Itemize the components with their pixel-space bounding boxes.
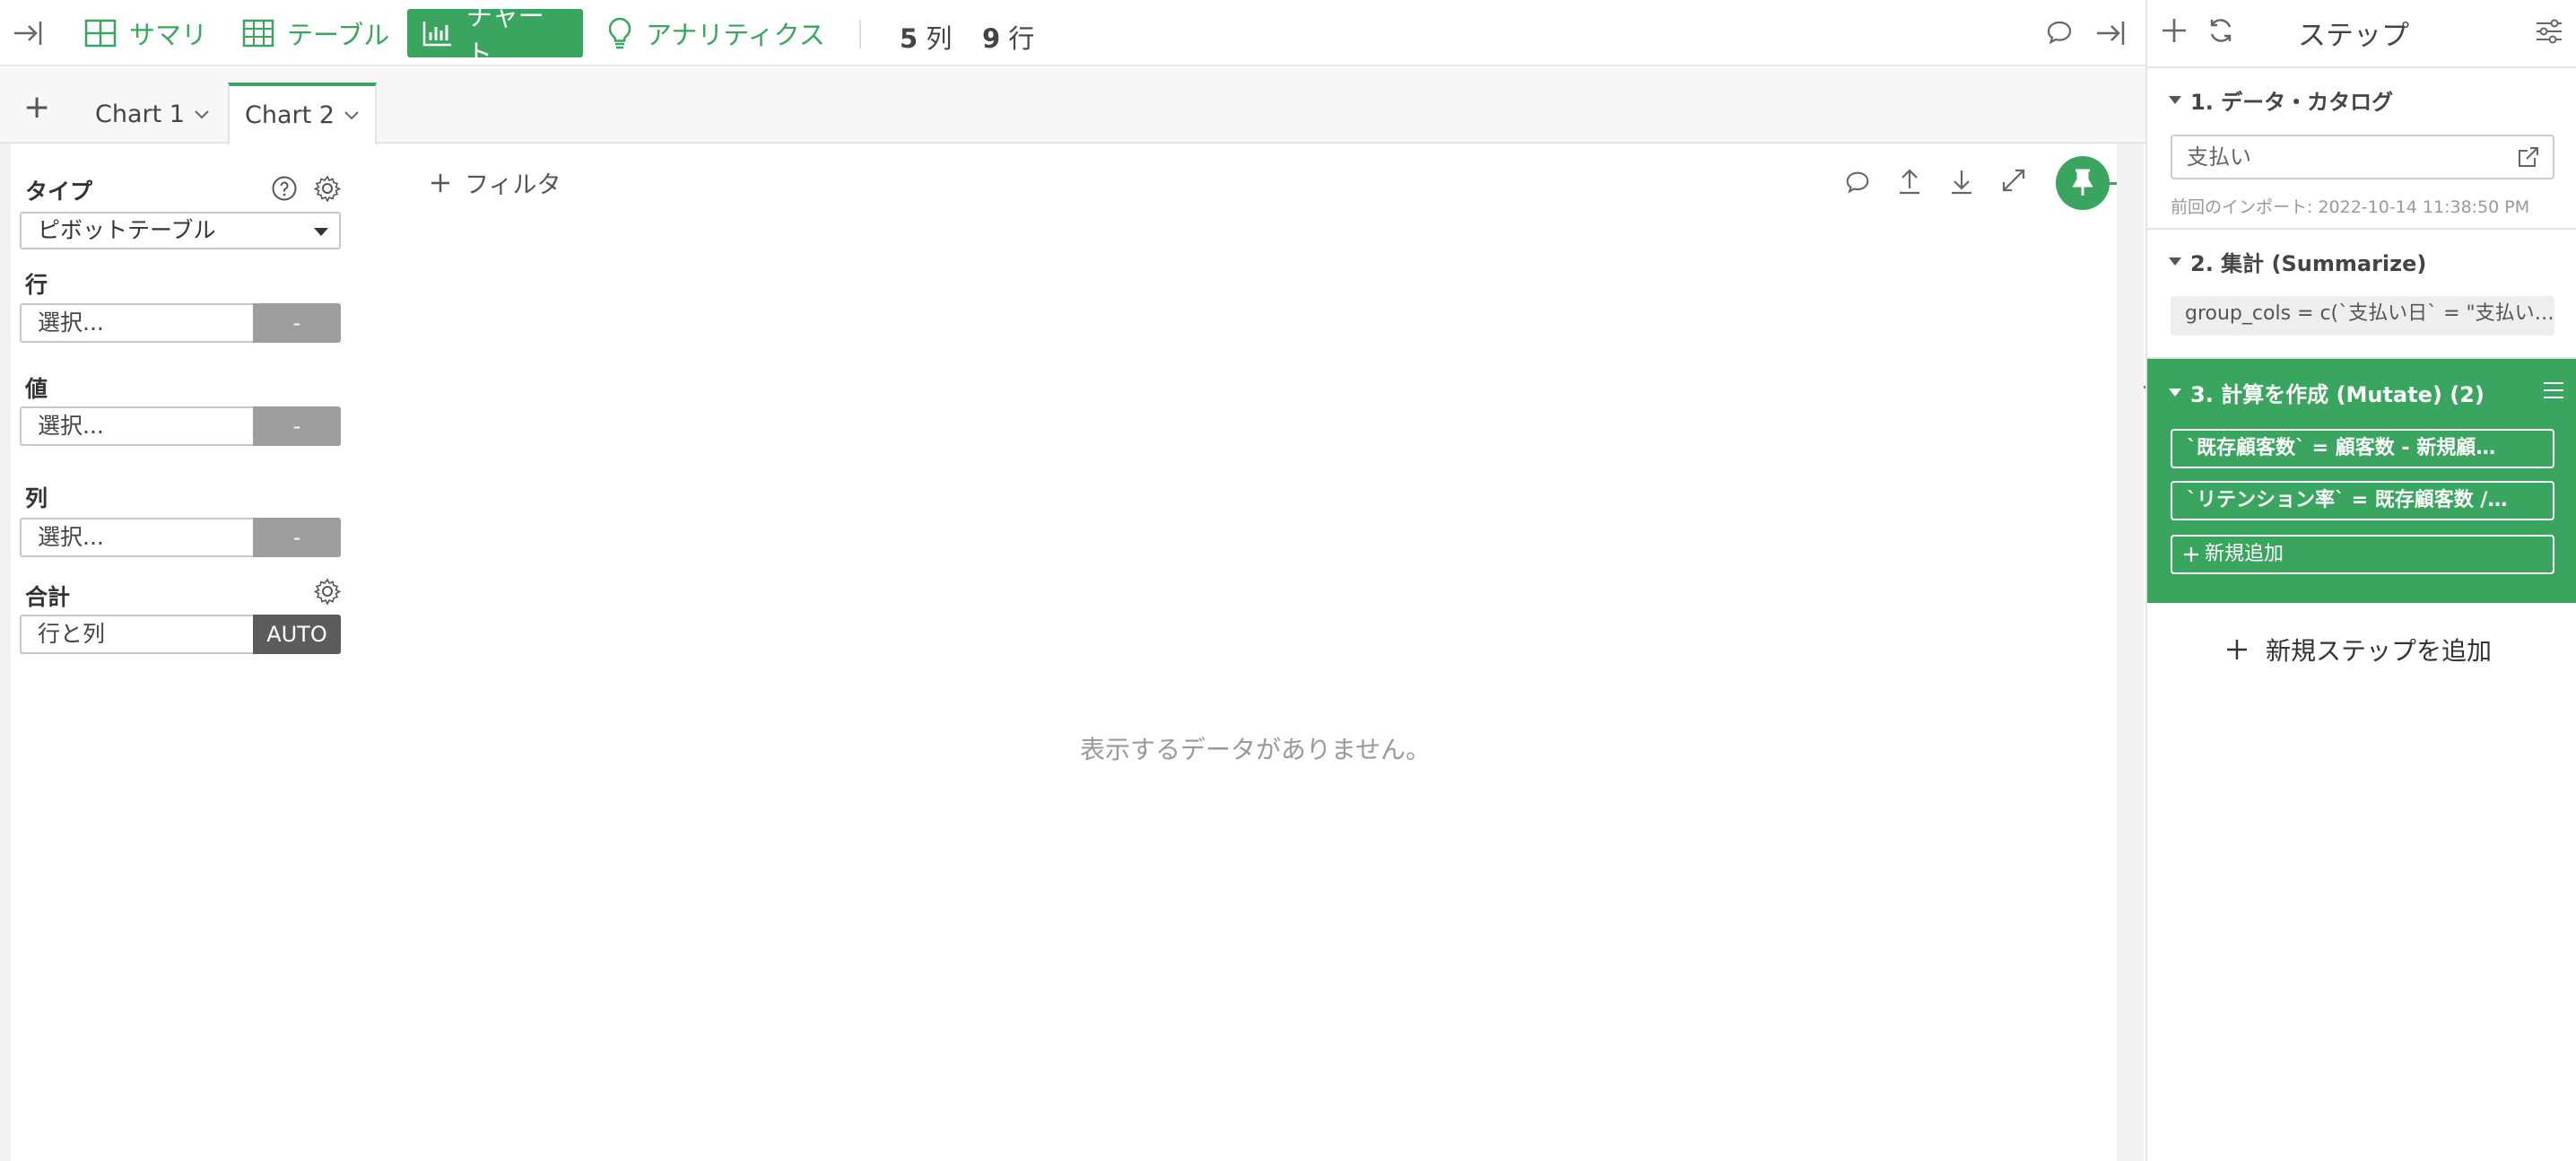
comment-icon[interactable] [2045,18,2074,47]
external-link-icon[interactable] [2517,145,2540,169]
step-divider [2147,228,2576,230]
tab-summary-label: サマリ [129,20,208,50]
row-select[interactable]: 選択... [20,303,253,343]
left-edge-strip [0,144,11,1161]
type-label: タイプ [25,179,93,205]
collapse-triangle-icon [2169,96,2181,104]
step-3-item-1[interactable]: `既存顧客数` = 顧客数 - 新規顧… [2171,429,2554,468]
row-field: 選択... - [20,303,341,343]
chart-type-value: ピボットテーブル [38,217,216,243]
chevron-down-icon [194,109,210,119]
chart-tab-2-label: Chart 2 [245,100,335,129]
refresh-icon[interactable] [2206,16,2235,45]
step-1-title: 1. データ・カタログ [2190,90,2394,115]
total-select[interactable]: 行と列 [20,615,253,654]
menu-icon[interactable] [2542,380,2565,400]
steps-title: ステップ [2298,20,2409,52]
rows-count: 9 行 [982,18,1034,56]
right-edge-strip [2117,144,2144,1161]
bar-chart-icon [422,19,454,48]
rows-count-unit: 行 [1008,23,1035,54]
help-icon[interactable] [271,175,298,202]
collapse-triangle-icon [2169,388,2181,397]
summary-grid-icon [84,19,117,48]
total-settings-gear-icon[interactable] [314,578,341,605]
gear-icon[interactable] [314,175,341,202]
comment-icon[interactable] [1844,169,1871,196]
empty-message: 表示するデータがありません。 [1080,735,1432,764]
column-field: 選択... - [20,518,341,557]
upload-icon[interactable] [1896,167,1923,196]
table-icon [242,19,274,48]
download-icon[interactable] [1948,167,1975,196]
step-2-title: 2. 集計 (Summarize) [2190,251,2427,276]
row-option-button[interactable]: - [253,303,341,343]
collapse-right-icon[interactable] [2093,16,2128,50]
settings-sliders-icon[interactable] [2535,18,2563,45]
step-1-source-value: 支払い [2187,144,2251,170]
add-new-step-button[interactable]: 新規ステップを追加 [2226,632,2492,668]
toolbar-divider [859,20,861,48]
pin-icon [2072,169,2093,197]
add-new-step-label: 新規ステップを追加 [2266,636,2493,666]
total-auto-button[interactable]: AUTO [253,615,341,654]
collapse-triangle-icon [2169,258,2181,266]
step-3-item-2[interactable]: `リテンション率` = 既存顧客数 /… [2171,481,2554,520]
columns-count: 5 列 [900,18,952,56]
rows-count-value: 9 [982,23,1001,54]
steps-panel: ステップ 1. データ・カタログ 支払い 前回のインポート: 2022-10-1… [2145,0,2576,1161]
chart-tab-1-label: Chart 1 [95,100,185,128]
step-2-header[interactable]: 2. 集計 (Summarize) [2169,246,2426,277]
top-toolbar: サマリ テーブル チャート アナリティクス 5 列 9 行 [0,0,2145,69]
step-1-source[interactable]: 支払い [2171,135,2554,179]
caret-down-icon [314,228,328,237]
step-1-header[interactable]: 1. データ・カタログ [2169,84,2393,116]
step-1-import-note: 前回のインポート: 2022-10-14 11:38:50 PM [2171,197,2530,217]
value-field: 選択... - [20,406,341,446]
step-3-add-button[interactable]: 新規追加 [2171,535,2554,574]
plus-icon [2226,639,2248,660]
tab-analytics-label: アナリティクス [646,20,825,50]
tab-summary[interactable]: サマリ [70,9,222,57]
chart-tab-2[interactable]: Chart 2 [228,83,377,145]
filter-label: フィルタ [465,171,561,199]
columns-count-unit: 列 [926,23,953,54]
tab-analytics[interactable]: アナリティクス [592,9,840,57]
steps-divider [2147,66,2576,68]
tab-table-label: テーブル [287,20,390,50]
total-field: 行と列 AUTO [20,615,341,654]
total-label: 合計 [25,584,71,610]
value-label: 値 [25,376,48,402]
row-label: 行 [25,272,48,298]
step-3-header[interactable]: 3. 計算を作成 (Mutate) (2) [2169,377,2485,408]
collapse-left-icon[interactable] [11,16,45,50]
column-select[interactable]: 選択... [20,518,253,557]
step-3-title: 3. 計算を作成 (Mutate) (2) [2190,382,2485,407]
value-option-button[interactable]: - [253,406,341,446]
tab-table[interactable]: テーブル [228,9,404,57]
tab-chart[interactable]: チャート [407,1,583,69]
chart-type-select[interactable]: ピボットテーブル [20,212,341,249]
expand-icon[interactable] [2000,167,2027,194]
value-select[interactable]: 選択... [20,406,253,446]
step-3-add-label: 新規追加 [2205,543,2284,565]
tab-chart-label: チャート [466,1,544,69]
column-option-button[interactable]: - [253,518,341,557]
add-chart-button[interactable]: + [23,92,50,124]
plus-icon [431,173,450,193]
chevron-down-icon [344,109,360,120]
lightbulb-icon [606,16,633,50]
add-step-icon[interactable] [2160,16,2189,45]
pin-button[interactable] [2056,156,2110,210]
columns-count-value: 5 [900,23,918,54]
column-label: 列 [25,485,48,511]
step-2-summary[interactable]: group_cols = c(`支払い日` = "支払い… [2171,296,2554,336]
filter-button[interactable]: フィルタ [431,165,561,200]
chart-tabs-bar: + Chart 1 Chart 2 [0,68,2145,145]
plus-icon [2183,546,2199,563]
step-3-card: 3. 計算を作成 (Mutate) (2) `既存顧客数` = 顧客数 - 新規… [2147,359,2576,603]
chart-tab-1[interactable]: Chart 1 [90,83,215,145]
